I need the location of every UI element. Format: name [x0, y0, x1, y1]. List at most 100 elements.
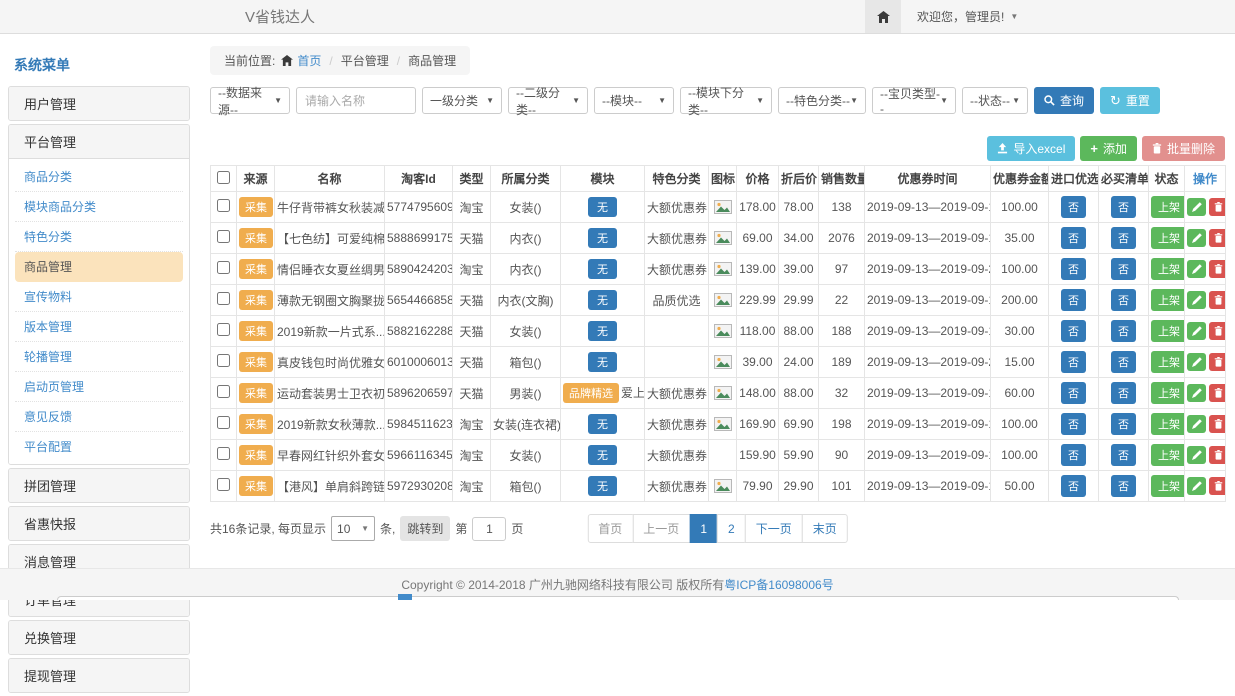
home-button[interactable]	[865, 0, 901, 33]
must-buy-toggle[interactable]: 否	[1111, 475, 1136, 497]
must-buy-toggle[interactable]: 否	[1111, 444, 1136, 466]
status-button[interactable]: 上架	[1151, 475, 1185, 497]
status-button[interactable]: 上架	[1151, 227, 1185, 249]
pager-button-首页[interactable]: 首页	[587, 514, 633, 543]
row-checkbox[interactable]	[217, 323, 230, 336]
delete-button[interactable]	[1209, 384, 1226, 402]
delete-button[interactable]	[1209, 477, 1226, 495]
must-buy-toggle[interactable]: 否	[1111, 320, 1136, 342]
name-search-input[interactable]	[296, 87, 416, 114]
filter-select-模块下分类[interactable]: --模块下分类--▼	[680, 87, 772, 114]
must-buy-toggle[interactable]: 否	[1111, 196, 1136, 218]
edit-button[interactable]	[1187, 446, 1206, 464]
delete-button[interactable]	[1209, 260, 1226, 278]
batch-delete-button[interactable]: 批量删除	[1142, 136, 1225, 161]
must-buy-toggle[interactable]: 否	[1111, 382, 1136, 404]
pager-button-1[interactable]: 1	[689, 514, 718, 543]
user-menu[interactable]: 欢迎您，管理员! ▼	[901, 8, 1028, 25]
breadcrumb-home-link[interactable]: 首页	[297, 52, 321, 69]
sidebar-subitem-意见反馈[interactable]: 意见反馈	[15, 402, 183, 432]
edit-button[interactable]	[1187, 198, 1206, 216]
edit-button[interactable]	[1187, 260, 1206, 278]
delete-button[interactable]	[1209, 198, 1226, 216]
filter-select-二级分类[interactable]: --二级分类--▼	[508, 87, 588, 114]
must-buy-toggle[interactable]: 否	[1111, 227, 1136, 249]
status-button[interactable]: 上架	[1151, 444, 1185, 466]
edit-button[interactable]	[1187, 353, 1206, 371]
must-buy-toggle[interactable]: 否	[1111, 413, 1136, 435]
import-select-toggle[interactable]: 否	[1061, 382, 1086, 404]
delete-button[interactable]	[1209, 229, 1226, 247]
delete-button[interactable]	[1209, 353, 1226, 371]
import-select-toggle[interactable]: 否	[1061, 413, 1086, 435]
import-excel-button[interactable]: 导入excel	[987, 136, 1075, 161]
pager-button-下一页[interactable]: 下一页	[745, 514, 803, 543]
edit-button[interactable]	[1187, 415, 1206, 433]
pager-button-末页[interactable]: 末页	[802, 514, 848, 543]
sidebar-item-省惠快报[interactable]: 省惠快报	[9, 507, 189, 540]
icp-link[interactable]: 粤ICP备16098006号	[724, 576, 833, 593]
filter-select-特色分类[interactable]: --特色分类--▼	[778, 87, 866, 114]
must-buy-toggle[interactable]: 否	[1111, 258, 1136, 280]
import-select-toggle[interactable]: 否	[1061, 351, 1086, 373]
row-checkbox[interactable]	[217, 292, 230, 305]
row-checkbox[interactable]	[217, 354, 230, 367]
select-all-checkbox[interactable]	[217, 171, 230, 184]
row-checkbox[interactable]	[217, 447, 230, 460]
sidebar-subitem-特色分类[interactable]: 特色分类	[15, 222, 183, 252]
import-select-toggle[interactable]: 否	[1061, 258, 1086, 280]
row-checkbox[interactable]	[217, 478, 230, 491]
page-number-input[interactable]	[472, 517, 506, 541]
filter-select-一级分类[interactable]: 一级分类▼	[422, 87, 502, 114]
status-button[interactable]: 上架	[1151, 320, 1185, 342]
status-button[interactable]: 上架	[1151, 351, 1185, 373]
row-checkbox[interactable]	[217, 261, 230, 274]
edit-button[interactable]	[1187, 229, 1206, 247]
edit-button[interactable]	[1187, 291, 1206, 309]
sidebar-subitem-平台配置[interactable]: 平台配置	[15, 432, 183, 461]
filter-select-宝贝类型[interactable]: --宝贝类型--▼	[872, 87, 956, 114]
status-button[interactable]: 上架	[1151, 196, 1185, 218]
import-select-toggle[interactable]: 否	[1061, 475, 1086, 497]
sidebar-subitem-模块商品分类[interactable]: 模块商品分类	[15, 192, 183, 222]
sidebar-subitem-商品管理[interactable]: 商品管理	[15, 252, 183, 282]
status-button[interactable]: 上架	[1151, 289, 1185, 311]
import-select-toggle[interactable]: 否	[1061, 227, 1086, 249]
must-buy-toggle[interactable]: 否	[1111, 289, 1136, 311]
sidebar-subitem-版本管理[interactable]: 版本管理	[15, 312, 183, 342]
sidebar-item-拼团管理[interactable]: 拼团管理	[9, 469, 189, 502]
filter-select-模块[interactable]: --模块--▼	[594, 87, 674, 114]
add-button[interactable]: + 添加	[1080, 136, 1137, 161]
import-select-toggle[interactable]: 否	[1061, 196, 1086, 218]
data-source-select[interactable]: --数据来源--▼	[210, 87, 290, 114]
per-page-select[interactable]: 10 ▼	[331, 516, 375, 541]
filter-select-状态[interactable]: --状态--▼	[962, 87, 1028, 114]
must-buy-toggle[interactable]: 否	[1111, 351, 1136, 373]
sidebar-subitem-启动页管理[interactable]: 启动页管理	[15, 372, 183, 402]
delete-button[interactable]	[1209, 415, 1226, 433]
row-checkbox[interactable]	[217, 385, 230, 398]
delete-button[interactable]	[1209, 446, 1226, 464]
delete-button[interactable]	[1209, 291, 1226, 309]
row-checkbox[interactable]	[217, 416, 230, 429]
edit-button[interactable]	[1187, 322, 1206, 340]
import-select-toggle[interactable]: 否	[1061, 289, 1086, 311]
pager-button-上一页[interactable]: 上一页	[632, 514, 690, 543]
sidebar-subitem-商品分类[interactable]: 商品分类	[15, 162, 183, 192]
sidebar-subitem-宣传物料[interactable]: 宣传物料	[15, 282, 183, 312]
status-button[interactable]: 上架	[1151, 258, 1185, 280]
sidebar-item-用户管理[interactable]: 用户管理	[9, 87, 189, 120]
edit-button[interactable]	[1187, 384, 1206, 402]
column-header-操作[interactable]: 操作	[1185, 166, 1226, 192]
row-checkbox[interactable]	[217, 199, 230, 212]
search-button[interactable]: 查询	[1034, 87, 1094, 114]
pager-button-2[interactable]: 2	[717, 514, 746, 543]
sidebar-subitem-轮播管理[interactable]: 轮播管理	[15, 342, 183, 372]
sidebar-item-平台管理[interactable]: 平台管理	[9, 125, 189, 159]
status-button[interactable]: 上架	[1151, 382, 1185, 404]
sidebar-item-兑换管理[interactable]: 兑换管理	[9, 621, 189, 654]
delete-button[interactable]	[1209, 322, 1226, 340]
row-checkbox[interactable]	[217, 230, 230, 243]
edit-button[interactable]	[1187, 477, 1206, 495]
sidebar-item-提现管理[interactable]: 提现管理	[9, 659, 189, 692]
